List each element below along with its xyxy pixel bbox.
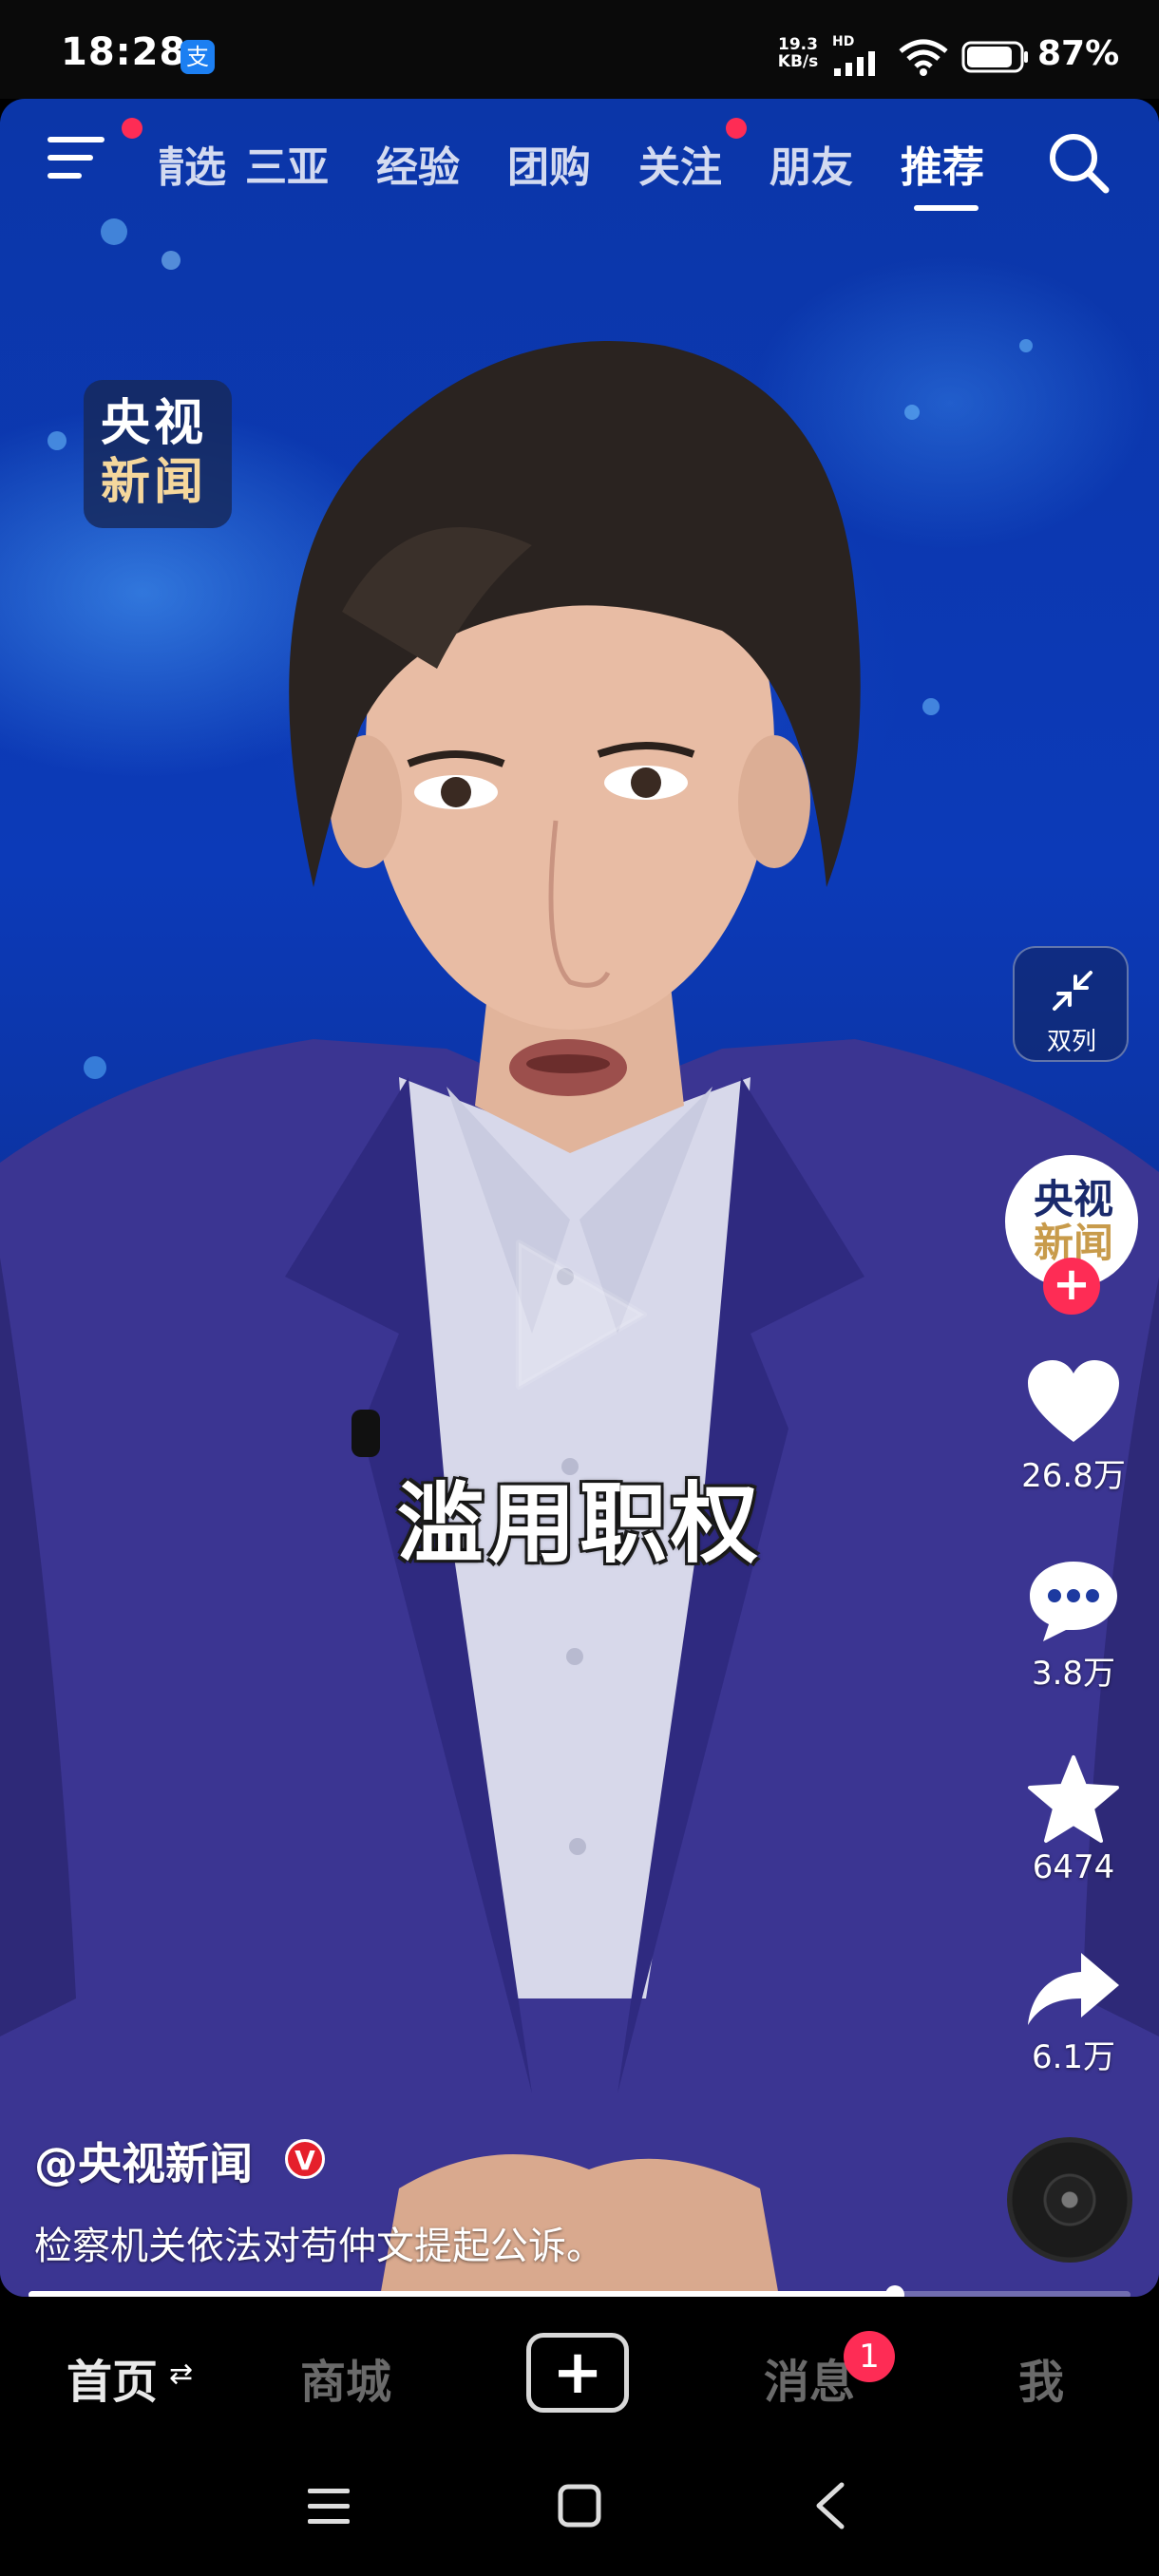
hd-label: HD xyxy=(832,34,855,49)
like-button[interactable]: 26.8万 xyxy=(1007,1358,1140,1496)
battery-percent: 87% xyxy=(1037,34,1120,73)
tab-experience[interactable]: 经验 xyxy=(376,133,460,194)
following-badge-dot xyxy=(726,118,747,139)
tab-featured[interactable]: 精选 xyxy=(160,133,226,194)
heart-icon xyxy=(1028,1360,1119,1442)
nav-messages[interactable]: 消息 xyxy=(764,2344,855,2411)
star-icon xyxy=(1028,1755,1119,1843)
wifi-icon xyxy=(899,39,948,76)
bottom-nav: 首页 ⇄ 商城 + 消息 1 我 xyxy=(0,2297,1159,2449)
video-description[interactable]: 检察机关依法对苟仲文提起公诉。 xyxy=(34,2215,604,2270)
comment-icon xyxy=(1030,1562,1117,1641)
alipay-icon: 支 xyxy=(180,40,215,74)
channel-watermark: 央视 新闻 xyxy=(84,380,232,528)
status-bar: 18:28 支 19.3 KB/s HD 87% xyxy=(0,0,1159,99)
battery-icon xyxy=(961,41,1028,73)
nav-mall[interactable]: 商城 xyxy=(300,2344,391,2411)
tab-group-buy[interactable]: 团购 xyxy=(507,133,591,194)
nav-me[interactable]: 我 xyxy=(1018,2344,1064,2411)
status-time: 18:28 xyxy=(61,30,187,74)
menu-icon[interactable] xyxy=(48,133,110,182)
tab-friends[interactable]: 朋友 xyxy=(770,133,853,194)
author-name[interactable]: @央视新闻 xyxy=(34,2130,253,2192)
tab-following[interactable]: 关注 xyxy=(638,133,722,194)
avatar-line1: 央视 xyxy=(1033,1176,1113,1222)
favorite-count: 6474 xyxy=(1032,1848,1115,1886)
signal-icon xyxy=(834,51,875,76)
back-icon[interactable] xyxy=(804,2477,861,2534)
plus-icon: + xyxy=(552,2338,603,2408)
recent-apps-icon[interactable] xyxy=(300,2477,357,2534)
messages-badge: 1 xyxy=(844,2331,895,2382)
comment-count: 3.8万 xyxy=(1031,1655,1116,1693)
nav-home[interactable]: 首页 xyxy=(66,2344,158,2411)
like-count: 26.8万 xyxy=(1021,1457,1126,1495)
favorite-button[interactable]: 6474 xyxy=(1007,1753,1140,1886)
tab-recommended[interactable]: 推荐 xyxy=(901,133,984,194)
search-icon[interactable] xyxy=(1045,129,1112,196)
video-player[interactable]: 央视 新闻 xyxy=(0,99,1159,2297)
share-count: 6.1万 xyxy=(1031,2038,1116,2076)
menu-badge-dot xyxy=(122,118,142,139)
follow-button[interactable]: + xyxy=(1043,1258,1100,1315)
dual-column-button[interactable]: 双列 xyxy=(1013,946,1129,1062)
top-nav: 精选 三亚 经验 团购 关注 朋友 推荐 xyxy=(0,99,1159,222)
share-arrow-icon xyxy=(1028,1953,1119,2025)
system-nav-bar xyxy=(0,2449,1159,2576)
active-tab-indicator xyxy=(914,205,978,211)
play-icon[interactable] xyxy=(502,1229,654,1400)
share-button[interactable]: 6.1万 xyxy=(1007,1949,1140,2077)
comment-button[interactable]: 3.8万 xyxy=(1007,1558,1140,1694)
network-speed-value: 19.3 xyxy=(778,35,818,54)
home-icon[interactable] xyxy=(551,2477,608,2534)
video-subtitle: 滥用职权 xyxy=(396,1473,762,1575)
watermark-line1: 央视 xyxy=(101,395,208,452)
swap-icon: ⇄ xyxy=(169,2358,194,2391)
dual-column-label: 双列 xyxy=(1046,1028,1096,1056)
network-speed-unit: KB/s xyxy=(777,52,819,71)
create-button[interactable]: + xyxy=(526,2333,629,2413)
tab-sanya[interactable]: 三亚 xyxy=(245,133,329,194)
music-disc-icon[interactable] xyxy=(1007,2137,1132,2263)
verified-badge: V xyxy=(285,2139,325,2179)
watermark-line2: 新闻 xyxy=(101,454,208,511)
collapse-arrows-icon xyxy=(1053,971,1092,1011)
network-speed: 19.3 KB/s xyxy=(771,36,825,70)
